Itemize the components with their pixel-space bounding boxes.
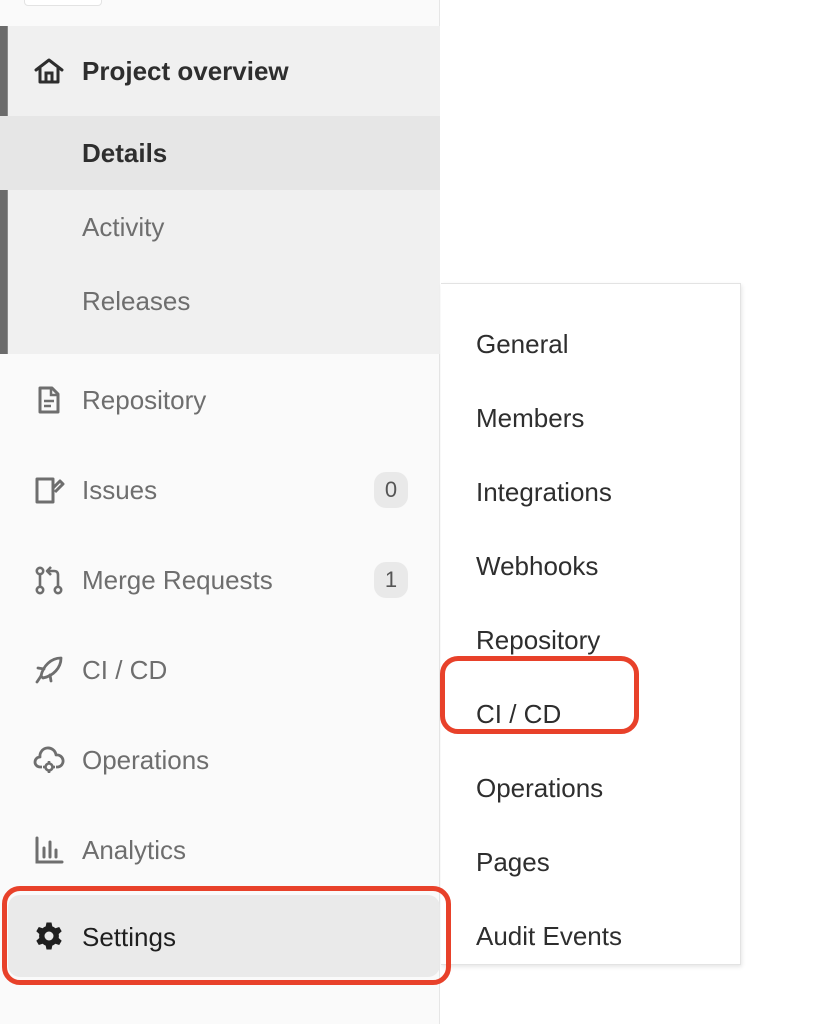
flyout-item-operations[interactable]: Operations bbox=[441, 743, 740, 817]
issues-count-badge: 0 bbox=[374, 472, 408, 508]
flyout-item-general[interactable]: General bbox=[441, 299, 740, 373]
sidebar-item-label: Analytics bbox=[82, 835, 187, 865]
flyout-item-repository[interactable]: Repository bbox=[441, 595, 740, 669]
settings-flyout-menu: General Members Integrations Webhooks Re… bbox=[441, 283, 741, 965]
sidebar-item-issues[interactable]: Issues 0 bbox=[0, 445, 440, 535]
sidebar-item-repository[interactable]: Repository bbox=[0, 355, 440, 445]
merge-request-icon bbox=[33, 564, 65, 596]
flyout-item-ci-cd[interactable]: CI / CD bbox=[441, 669, 740, 743]
project-overview-group: Project overview Details Activity Releas… bbox=[0, 26, 440, 354]
sidebar-item-label: Issues bbox=[82, 475, 158, 505]
document-icon bbox=[33, 384, 65, 416]
sidebar-item-merge-requests[interactable]: Merge Requests 1 bbox=[0, 535, 440, 625]
cloud-gear-icon bbox=[33, 744, 65, 776]
sidebar-item-analytics[interactable]: Analytics bbox=[0, 805, 440, 895]
chart-icon bbox=[33, 834, 65, 866]
sidebar-item-label: Merge Requests bbox=[82, 565, 273, 595]
sidebar-subitem-details[interactable]: Details bbox=[0, 116, 440, 190]
sidebar-item-label: Operations bbox=[82, 745, 210, 775]
flyout-item-label: General bbox=[476, 329, 569, 359]
sidebar-item-label: Settings bbox=[82, 922, 176, 952]
rocket-icon bbox=[33, 654, 65, 686]
flyout-item-label: Operations bbox=[476, 773, 604, 803]
flyout-item-label: Members bbox=[476, 403, 585, 433]
flyout-item-label: Integrations bbox=[476, 477, 612, 507]
flyout-item-label: Repository bbox=[476, 625, 601, 655]
sidebar-item-label: CI / CD bbox=[82, 655, 168, 685]
sidebar-subitem-label: Releases bbox=[82, 286, 191, 316]
sidebar-subitem-activity[interactable]: Activity bbox=[0, 190, 440, 264]
sidebar-item-label: Repository bbox=[82, 385, 207, 415]
project-sidebar: Project overview Details Activity Releas… bbox=[0, 0, 440, 1024]
sidebar-subitem-label: Details bbox=[82, 138, 168, 168]
merge-requests-count-badge: 1 bbox=[374, 562, 408, 598]
flyout-item-label: Audit Events bbox=[476, 921, 622, 951]
flyout-item-label: Webhooks bbox=[476, 551, 599, 581]
flyout-item-label: Pages bbox=[476, 847, 550, 877]
gear-icon bbox=[33, 920, 65, 952]
sidebar-subitem-label: Activity bbox=[82, 212, 165, 242]
flyout-item-members[interactable]: Members bbox=[441, 373, 740, 447]
top-stub bbox=[24, 0, 102, 6]
sidebar-item-settings[interactable]: Settings bbox=[8, 895, 440, 977]
flyout-item-pages[interactable]: Pages bbox=[441, 817, 740, 891]
flyout-item-audit-events[interactable]: Audit Events bbox=[441, 891, 740, 965]
flyout-item-webhooks[interactable]: Webhooks bbox=[441, 521, 740, 595]
sidebar-subitem-releases[interactable]: Releases bbox=[0, 264, 440, 338]
sidebar-item-label: Project overview bbox=[82, 56, 289, 86]
sidebar-item-ci-cd[interactable]: CI / CD bbox=[0, 625, 440, 715]
sidebar-item-operations[interactable]: Operations bbox=[0, 715, 440, 805]
home-icon bbox=[33, 56, 65, 86]
sidebar-item-project-overview[interactable]: Project overview bbox=[0, 26, 440, 116]
flyout-item-label: CI / CD bbox=[476, 699, 562, 729]
flyout-item-integrations[interactable]: Integrations bbox=[441, 447, 740, 521]
issues-icon bbox=[33, 474, 65, 506]
